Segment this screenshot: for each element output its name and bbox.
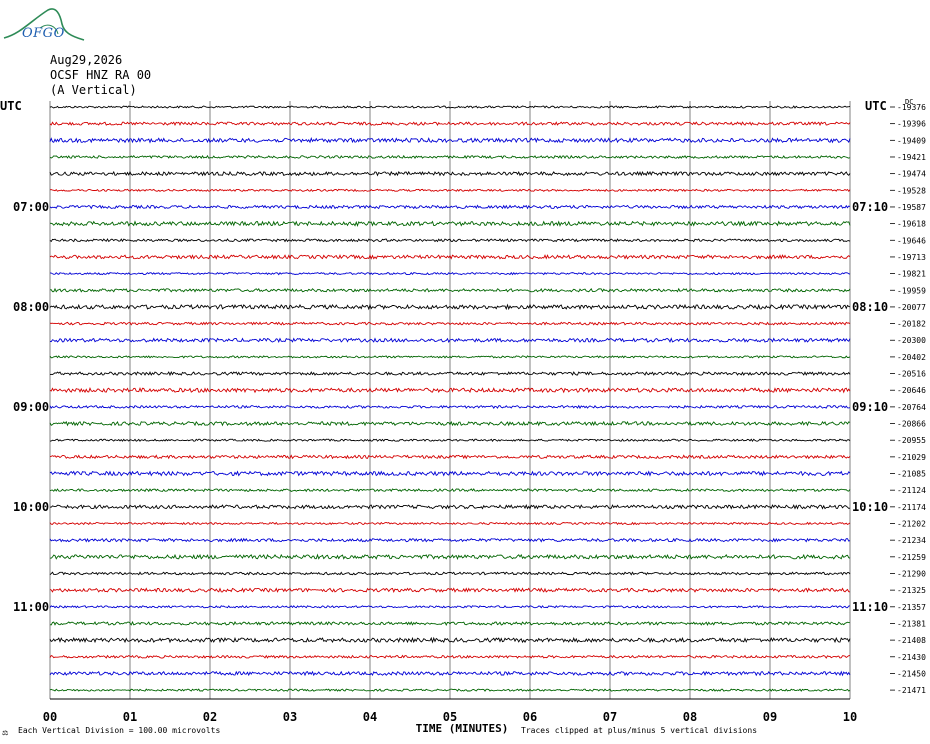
helicorder-plot: -19376-19396-19409-19421-19474-19528-195… xyxy=(0,8,926,737)
left-time-label: 08:00 xyxy=(13,300,49,314)
x-tick-label: 02 xyxy=(203,710,217,724)
dc-offset-label: -21124 xyxy=(897,486,926,495)
x-tick-label: 06 xyxy=(523,710,537,724)
dc-offset-label: -21029 xyxy=(897,453,926,462)
right-time-label: 08:10 xyxy=(852,300,888,314)
dc-offset-label: -19421 xyxy=(897,153,926,162)
dc-label: DC xyxy=(905,98,913,106)
right-time-label: 10:10 xyxy=(852,500,888,514)
dc-offset-label: -21202 xyxy=(897,520,926,529)
x-tick-label: 09 xyxy=(763,710,777,724)
dc-offset-label: -21408 xyxy=(897,636,926,645)
dc-offset-label: -20300 xyxy=(897,336,926,345)
station-id: OCSF HNZ RA 00 xyxy=(50,68,152,82)
dc-offset-label: -20516 xyxy=(897,370,926,379)
dc-offset-label: -21357 xyxy=(897,603,926,612)
x-tick-label: 01 xyxy=(123,710,137,724)
dc-offset-label: -20866 xyxy=(897,420,926,429)
dc-offset-label: -20764 xyxy=(897,403,926,412)
dc-offset-label: -19821 xyxy=(897,270,926,279)
dc-offset-label: -21325 xyxy=(897,586,926,595)
left-time-label: 10:00 xyxy=(13,500,49,514)
dc-offset-label: -19528 xyxy=(897,186,926,195)
dc-offset-label: -21430 xyxy=(897,653,926,662)
right-time-label: 11:10 xyxy=(852,600,888,614)
x-tick-label: 07 xyxy=(603,710,617,724)
dc-offset-label: -19587 xyxy=(897,203,926,212)
dc-offset-label: -21290 xyxy=(897,569,926,578)
dc-offset-label: -20182 xyxy=(897,320,926,329)
dc-offset-label: -19409 xyxy=(897,136,926,145)
dc-offset-label: -21381 xyxy=(897,619,926,628)
dc-offset-label: -21450 xyxy=(897,669,926,678)
clipping-note: Traces clipped at plus/minus 5 vertical … xyxy=(521,726,757,735)
dc-offset-label: -20646 xyxy=(897,386,926,395)
left-time-label: 07:00 xyxy=(13,200,49,214)
x-tick-label: 10 xyxy=(843,710,857,724)
dc-offset-label: -19713 xyxy=(897,253,926,262)
dc-offset-label: -21085 xyxy=(897,470,926,479)
right-time-label: 07:10 xyxy=(852,200,888,214)
left-time-label: 09:00 xyxy=(13,400,49,414)
x-tick-label: 04 xyxy=(363,710,377,724)
dc-offset-label: -21174 xyxy=(897,503,926,512)
dc-offset-label: -19959 xyxy=(897,286,926,295)
x-tick-label: 00 xyxy=(43,710,57,724)
dc-offset-label: -21259 xyxy=(897,553,926,562)
dc-offset-label: -19396 xyxy=(897,120,926,129)
dc-offset-label: -21471 xyxy=(897,686,926,695)
left-utc-title: UTC xyxy=(0,99,22,113)
component-label: (A Vertical) xyxy=(50,83,137,97)
dc-offset-label: -20402 xyxy=(897,353,926,362)
right-time-label: 09:10 xyxy=(852,400,888,414)
dc-offset-label: -19646 xyxy=(897,236,926,245)
dc-offset-label: -20077 xyxy=(897,303,926,312)
left-time-label: 11:00 xyxy=(13,600,49,614)
x-tick-label: 03 xyxy=(283,710,297,724)
dc-offset-label: -20955 xyxy=(897,436,926,445)
x-tick-label: 08 xyxy=(683,710,697,724)
plot-date: Aug29,2026 xyxy=(50,53,123,67)
dc-offset-label: -21234 xyxy=(897,536,926,545)
vertical-division-note: Each Vertical Division = 100.00 microvol… xyxy=(18,726,220,735)
x-axis-title: TIME (MINUTES) xyxy=(416,722,509,735)
dc-offset-label: -19474 xyxy=(897,170,926,179)
dc-offset-label: -19618 xyxy=(897,220,926,229)
corner-mark: ⚖ xyxy=(2,729,8,737)
logo-text: OFGO xyxy=(22,26,65,41)
right-utc-title: UTC xyxy=(865,99,887,113)
